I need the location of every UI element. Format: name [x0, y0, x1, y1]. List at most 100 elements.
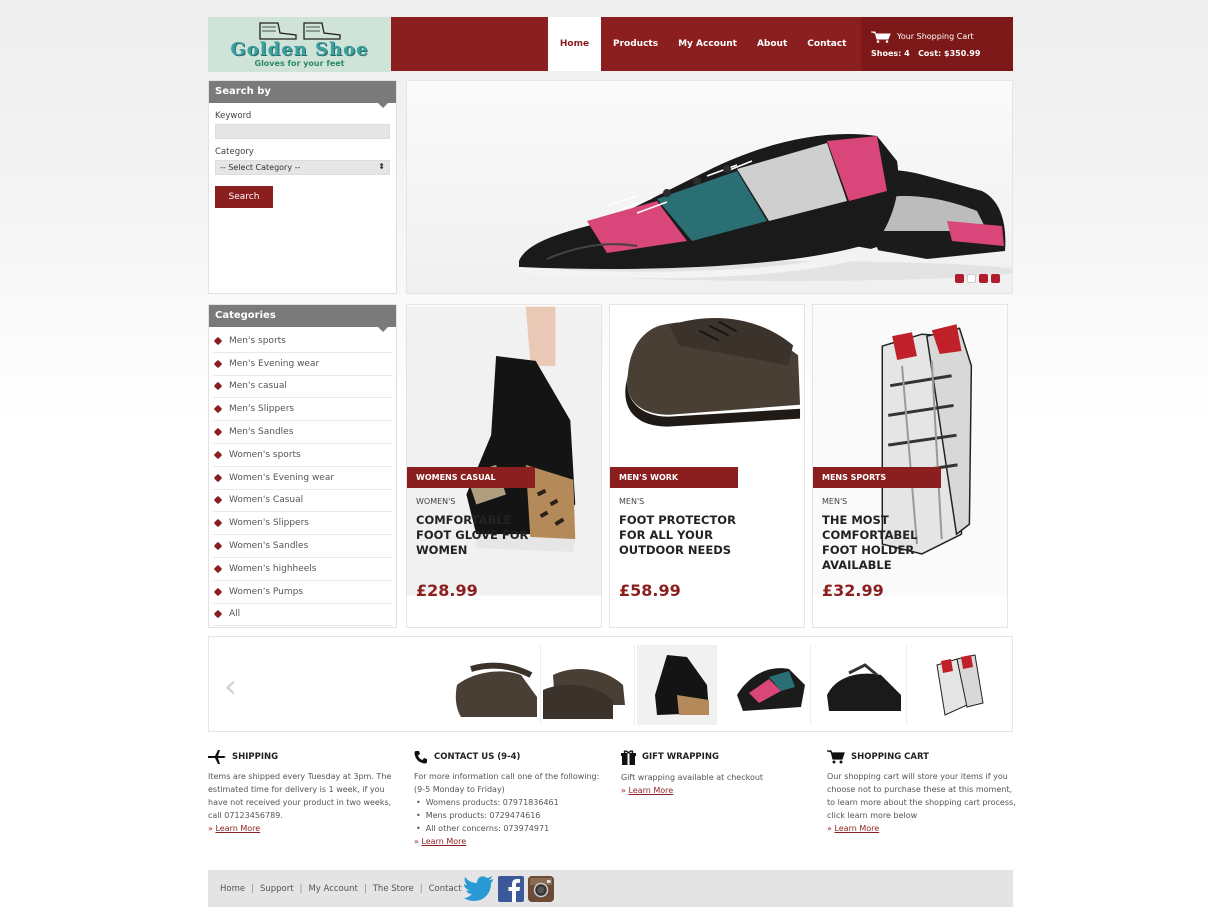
- instagram-icon[interactable]: [527, 875, 554, 902]
- category-item[interactable]: Women's Casual: [213, 490, 392, 513]
- product-card[interactable]: MEN'S WORK MEN'S FOOT PROTECTOR FOR ALL …: [609, 304, 805, 628]
- contact-heading: CONTACT US (9-4): [414, 750, 604, 764]
- category-item[interactable]: Women's Evening wear: [213, 467, 392, 490]
- footer-link-my-account[interactable]: My Account: [308, 884, 357, 894]
- category-label: Women's sports: [229, 449, 301, 460]
- category-item[interactable]: Women's Sandles: [213, 535, 392, 558]
- footer-link-support[interactable]: Support: [260, 884, 294, 894]
- facebook-icon[interactable]: [497, 875, 524, 902]
- gift-learn-more-link[interactable]: Learn More: [628, 786, 673, 795]
- gift-icon: [621, 750, 636, 765]
- cart-summary[interactable]: Your Shopping Cart Shoes: 4 Cost: $350.9…: [861, 17, 1013, 71]
- category-item[interactable]: Women's sports: [213, 444, 392, 467]
- carousel-thumb[interactable]: [821, 645, 907, 725]
- footer-link-home[interactable]: Home: [220, 884, 245, 894]
- bullet-icon: [213, 541, 223, 551]
- slide-dot[interactable]: [955, 274, 964, 283]
- category-selected: -- Select Category --: [220, 163, 301, 172]
- bullet-icon: [213, 496, 223, 505]
- thumb-image-womens-boot: [637, 645, 716, 725]
- shopping-cart-icon: [827, 750, 845, 764]
- category-label: Men's casual: [229, 381, 287, 392]
- bullet-icon: [213, 450, 223, 460]
- cart-title: Your Shopping Cart: [897, 32, 974, 41]
- cart-learn-more-link[interactable]: Learn More: [834, 824, 879, 833]
- category-label: Women's Sandles: [229, 541, 309, 552]
- category-item[interactable]: All: [213, 604, 392, 627]
- carousel-thumb[interactable]: [729, 645, 811, 725]
- category-item[interactable]: Women's Pumps: [213, 581, 392, 604]
- chevron-left-icon[interactable]: ‹: [224, 667, 237, 705]
- nav-contact[interactable]: Contact: [797, 39, 856, 49]
- product-carousel: ‹ ›: [208, 636, 1013, 732]
- shopping-cart-info: SHOPPING CART Our shopping cart will sto…: [827, 750, 1017, 835]
- category-item[interactable]: Women's highheels: [213, 558, 392, 581]
- category-label: Women's Slippers: [229, 518, 309, 529]
- carousel-thumb[interactable]: [543, 645, 635, 725]
- slider-dots: [955, 274, 1000, 283]
- product-card[interactable]: MENS SPORTS MEN'S THE MOST COMFORTABEL F…: [812, 304, 1008, 628]
- contact-heading-text: CONTACT US (9-4): [434, 751, 521, 762]
- footer-link-the-store[interactable]: The Store: [373, 884, 414, 894]
- logo[interactable]: Golden Shoe Gloves for your feet: [208, 17, 391, 72]
- contact-item: Womens products: 07971836461: [416, 796, 604, 809]
- cart-cost: Cost: $350.99: [918, 49, 981, 58]
- contact-learn-more-link[interactable]: Learn More: [421, 837, 466, 846]
- boots-logo-icon: [259, 22, 341, 40]
- nav-my-account[interactable]: My Account: [668, 39, 747, 49]
- slide-dot[interactable]: [979, 274, 988, 283]
- category-select[interactable]: -- Select Category -- ⬍: [215, 160, 390, 175]
- website: Golden Shoe Gloves for your feet Home Pr…: [208, 14, 1016, 907]
- product-title: THE MOST COMFORTABEL FOOT HOLDER AVAILAB…: [822, 513, 918, 572]
- categories-panel: Categories Men's sports Men's Evening we…: [208, 304, 397, 628]
- nav-products[interactable]: Products: [601, 39, 668, 49]
- cart-heading-text: SHOPPING CART: [851, 751, 929, 762]
- shipping-heading: SHIPPING: [208, 750, 398, 764]
- twitter-icon[interactable]: [463, 875, 494, 902]
- slide-dot[interactable]: [991, 274, 1000, 283]
- chevron-right-icon[interactable]: ›: [989, 673, 998, 698]
- main-nav: Products My Account About Contact Your S…: [601, 17, 1013, 71]
- thumb-image-patterned-shoe: [737, 668, 805, 711]
- category-item[interactable]: Men's Sandles: [213, 421, 392, 444]
- bullet-icon: [213, 359, 223, 368]
- category-item[interactable]: Men's casual: [213, 376, 392, 399]
- contact-item: All other concerns: 073974971: [416, 822, 604, 835]
- contact-text: For more information call one of the fol…: [414, 772, 600, 794]
- category-item[interactable]: Men's Slippers: [213, 398, 392, 422]
- category-label: Women's highheels: [229, 563, 317, 574]
- bullet-icon: [213, 587, 223, 596]
- search-heading: Search by: [209, 81, 396, 108]
- footer-link-contact[interactable]: Contact: [429, 884, 462, 894]
- logo-title: Golden Shoe: [230, 39, 369, 60]
- airplane-icon: [208, 750, 226, 764]
- carousel-thumb[interactable]: [637, 645, 717, 725]
- contact-item: Mens products: 0729474616: [416, 809, 604, 822]
- category-label: All: [229, 609, 241, 620]
- category-label: Women's Pumps: [229, 586, 304, 597]
- category-label: Men's sports: [229, 335, 286, 346]
- slide-dot-active[interactable]: [967, 274, 976, 283]
- category-item[interactable]: Women's Slippers: [213, 512, 392, 536]
- nav-about[interactable]: About: [747, 39, 797, 49]
- nav-home[interactable]: Home: [548, 17, 601, 71]
- header-band: [391, 17, 548, 71]
- hero-slider[interactable]: [406, 80, 1013, 294]
- thumb-image-brown-shoe: [455, 662, 537, 717]
- shipping-learn-more-link[interactable]: Learn More: [215, 824, 260, 833]
- bullet-icon: [213, 405, 223, 414]
- category-label: Women's Evening wear: [229, 472, 335, 483]
- product-title: COMFORTABLE FOOT GLOVE FOR WOMEN: [416, 513, 529, 557]
- keyword-input[interactable]: [215, 124, 390, 139]
- category-label: Men's Slippers: [229, 404, 295, 415]
- product-price: £32.99: [822, 581, 884, 600]
- cart-stats: Shoes: 4 Cost: $350.99: [871, 49, 980, 58]
- carousel-thumb[interactable]: [451, 645, 541, 725]
- category-item[interactable]: Men's Evening wear: [213, 353, 392, 376]
- category-list: Men's sports Men's Evening wear Men's ca…: [209, 327, 396, 627]
- search-button[interactable]: Search: [215, 186, 273, 208]
- gift-heading: GIFT WRAPPING: [621, 750, 811, 765]
- product-card[interactable]: WOMENS CASUAL WOMEN'S COMFORTABLE FOOT G…: [406, 304, 602, 628]
- shipping-info: SHIPPING Items are shipped every Tuesday…: [208, 750, 398, 835]
- category-item[interactable]: Men's sports: [213, 330, 392, 353]
